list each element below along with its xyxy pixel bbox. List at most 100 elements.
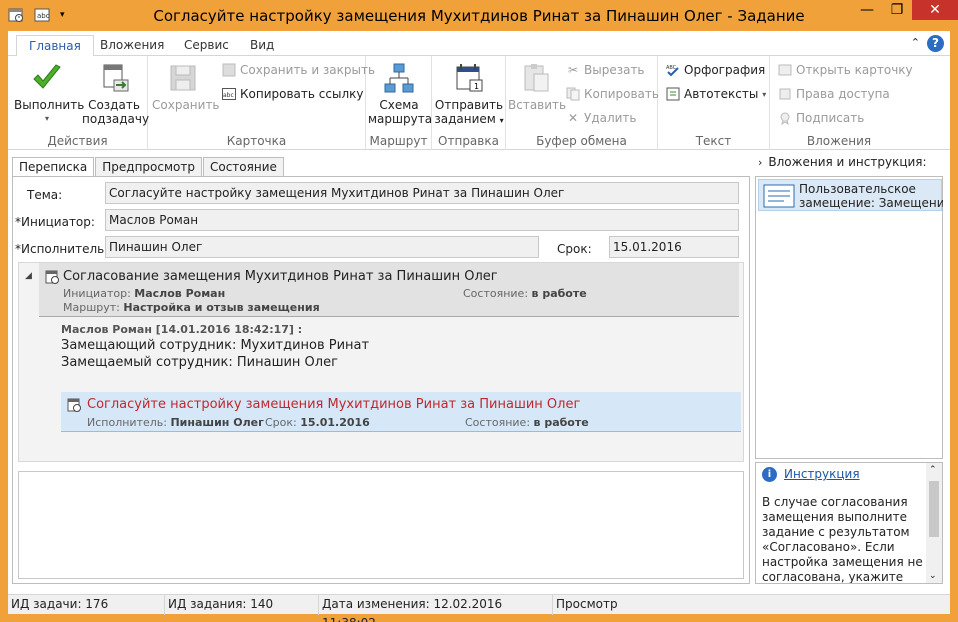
group-attachments-label: Вложения bbox=[806, 134, 872, 148]
spelling-button[interactable]: ABC Орфография bbox=[666, 60, 765, 80]
route-scheme-button[interactable]: Схема маршрута bbox=[368, 62, 433, 126]
subtask-state-value: в работе bbox=[533, 416, 589, 429]
subtask-state-label: Состояние: bbox=[465, 416, 531, 429]
open-card-button[interactable]: Открыть карточку bbox=[778, 60, 913, 80]
tab-home[interactable]: Главная bbox=[16, 35, 94, 57]
delete-label: Удалить bbox=[584, 111, 637, 125]
help-icon[interactable]: ? bbox=[927, 35, 944, 52]
executor-label: *Исполнитель: bbox=[15, 242, 109, 256]
attachment-name-line-1: Пользовательское bbox=[799, 182, 916, 196]
save-close-button[interactable]: Сохранить и закрыть bbox=[222, 60, 375, 80]
expand-triangle-icon[interactable]: ◢ bbox=[25, 271, 32, 281]
send-task-label-1: Отправить bbox=[434, 98, 504, 112]
create-subtask-button[interactable]: Создать подзадачу bbox=[82, 62, 150, 126]
group-clipboard: Вставить ✂ Вырезать Копировать ✕ Удалить… bbox=[506, 56, 659, 150]
group-actions: Выполнить ▾ Создать подзадачу Действия bbox=[8, 56, 150, 150]
subtask-item[interactable]: Согласуйте настройку замещения Мухитдино… bbox=[61, 392, 741, 432]
copy-button[interactable]: Копировать bbox=[566, 84, 659, 104]
send-task-label-2: заданием bbox=[434, 112, 496, 126]
subtask-executor-label: Исполнитель: bbox=[87, 416, 167, 429]
subtask-title: Согласуйте настройку замещения Мухитдино… bbox=[87, 397, 581, 412]
deadline-label: Срок: bbox=[557, 242, 592, 256]
route-scheme-label-2: маршрута bbox=[368, 112, 433, 126]
minimize-icon[interactable]: — bbox=[852, 0, 882, 20]
send-task-button[interactable]: 1 Отправить заданием ▾ bbox=[434, 62, 504, 128]
create-subtask-icon bbox=[98, 62, 130, 94]
tab-view[interactable]: Вид bbox=[238, 35, 286, 57]
restore-icon[interactable]: ❐ bbox=[882, 0, 912, 20]
window-controls: — ❐ ✕ bbox=[852, 0, 958, 20]
executor-field[interactable]: Пинашин Олег bbox=[105, 236, 539, 258]
status-task-id: ИД задачи: 176 bbox=[11, 597, 109, 611]
reply-textarea[interactable] bbox=[18, 471, 744, 579]
message-header: Маслов Роман [14.01.2016 18:42:17] : bbox=[61, 323, 303, 336]
spelling-icon: ABC bbox=[666, 63, 680, 77]
save-icon bbox=[167, 62, 199, 94]
sign-button[interactable]: Подписать bbox=[778, 108, 864, 128]
paste-icon bbox=[520, 62, 552, 94]
chevron-right-icon: › bbox=[758, 156, 763, 169]
subtask-deadline-label: Срок: bbox=[265, 416, 297, 429]
close-icon[interactable]: ✕ bbox=[912, 0, 958, 20]
status-mode: Просмотр bbox=[552, 595, 950, 615]
cut-icon: ✂ bbox=[567, 63, 579, 77]
access-rights-button[interactable]: Права доступа bbox=[778, 84, 890, 104]
autotext-button[interactable]: Автотексты ▾ bbox=[666, 84, 766, 104]
access-rights-label: Права доступа bbox=[796, 87, 890, 101]
thread-task-icon bbox=[45, 270, 60, 288]
attachments-header-label: Вложения и инструкция: bbox=[768, 155, 927, 169]
collapse-ribbon-icon[interactable]: ⌃ bbox=[911, 36, 920, 49]
attachment-name-line-2: замещение: Замещение… bbox=[799, 196, 943, 210]
spelling-label: Орфография bbox=[684, 63, 766, 77]
instruction-scrollbar[interactable]: ⌃ ⌄ bbox=[926, 463, 942, 583]
create-subtask-label-2: подзадачу bbox=[82, 112, 150, 126]
tab-service[interactable]: Сервис bbox=[172, 35, 241, 57]
subtask-deadline: Срок: 15.01.2016 bbox=[265, 416, 370, 429]
thread-header[interactable]: Согласование замещения Мухитдинов Ринат … bbox=[39, 263, 739, 317]
group-send-label: Отправка bbox=[438, 134, 499, 148]
execute-button[interactable]: Выполнить ▾ bbox=[14, 62, 84, 126]
thread-state-label: Состояние: bbox=[463, 287, 529, 300]
scroll-down-icon[interactable]: ⌄ bbox=[929, 571, 937, 581]
topic-field[interactable]: Согласуйте настройку замещения Мухитдино… bbox=[105, 182, 739, 204]
create-subtask-label-1: Создать bbox=[88, 98, 140, 112]
sign-label: Подписать bbox=[796, 111, 865, 125]
status-bar: ИД задачи: 176 ИД задания: 140 Дата изме… bbox=[8, 594, 950, 622]
attachment-item[interactable]: Пользовательское замещение: Замещение… bbox=[758, 179, 943, 211]
scroll-thumb[interactable] bbox=[929, 481, 939, 537]
tab-state[interactable]: Состояние bbox=[202, 157, 284, 177]
send-dropdown-icon: ▾ bbox=[499, 116, 504, 125]
thread-route-label: Маршрут: bbox=[63, 301, 120, 314]
subtask-state: Состояние: в работе bbox=[465, 416, 589, 429]
deadline-field[interactable]: 15.01.2016 bbox=[609, 236, 739, 258]
group-text: ABC Орфография Автотексты ▾ Текст bbox=[658, 56, 770, 150]
paste-button[interactable]: Вставить bbox=[508, 62, 567, 112]
open-card-label: Открыть карточку bbox=[796, 63, 913, 77]
scroll-up-icon[interactable]: ⌃ bbox=[929, 465, 937, 475]
tab-preview[interactable]: Предпросмотр bbox=[95, 157, 202, 177]
attachment-name: Пользовательское замещение: Замещение… bbox=[799, 182, 943, 210]
access-rights-icon bbox=[778, 87, 792, 101]
attachments-header[interactable]: › Вложения и инструкция: bbox=[758, 155, 927, 169]
tab-correspondence[interactable]: Переписка bbox=[12, 157, 95, 177]
thread-title: Согласование замещения Мухитдинов Ринат … bbox=[63, 269, 498, 284]
conversation-area: ◢ Согласование замещения Мухитдинов Рина… bbox=[18, 262, 744, 462]
save-label: Сохранить bbox=[152, 98, 220, 112]
thread-initiator-label: Инициатор: bbox=[63, 287, 131, 300]
group-route: Схема маршрута Маршрут bbox=[366, 56, 432, 150]
save-button[interactable]: Сохранить bbox=[152, 62, 220, 112]
paste-label: Вставить bbox=[508, 98, 567, 112]
subtask-executor: Исполнитель: Пинашин Олег bbox=[87, 416, 264, 429]
cut-button[interactable]: ✂ Вырезать bbox=[566, 60, 645, 80]
copy-link-button[interactable]: abc Копировать ссылку bbox=[222, 84, 363, 104]
execute-check-icon bbox=[31, 62, 63, 94]
subtask-icon bbox=[67, 398, 82, 416]
delete-button[interactable]: ✕ Удалить bbox=[566, 108, 637, 128]
group-clipboard-label: Буфер обмена bbox=[536, 134, 627, 148]
save-close-icon bbox=[222, 63, 236, 77]
instruction-link[interactable]: Инструкция bbox=[784, 467, 860, 481]
tab-attachments[interactable]: Вложения bbox=[88, 35, 176, 57]
initiator-field[interactable]: Маслов Роман bbox=[105, 209, 739, 231]
save-close-label: Сохранить и закрыть bbox=[240, 63, 376, 77]
delete-icon: ✕ bbox=[567, 111, 579, 125]
